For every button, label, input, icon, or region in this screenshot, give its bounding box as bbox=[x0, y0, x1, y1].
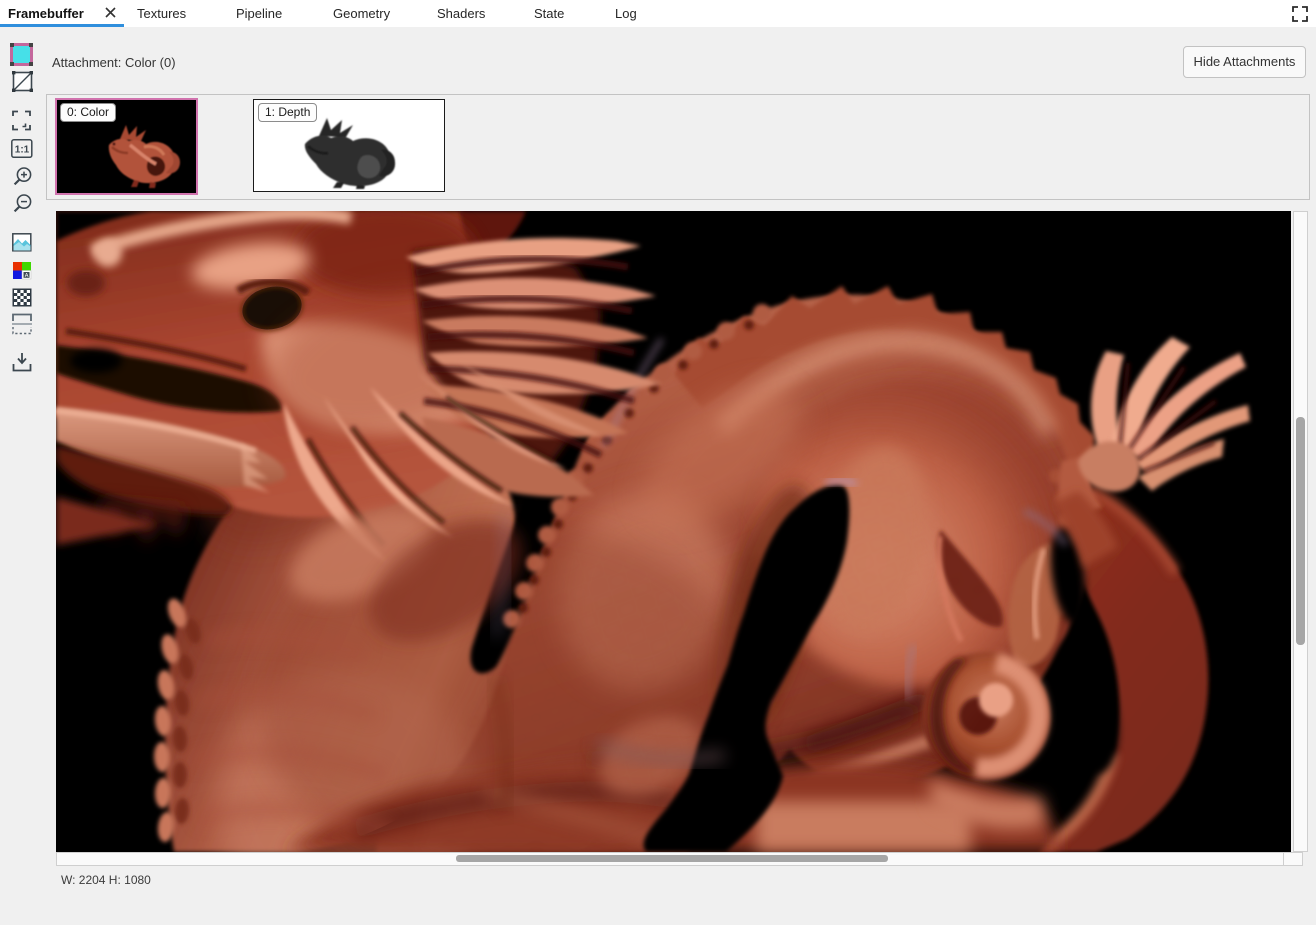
svg-text:1:1: 1:1 bbox=[15, 145, 30, 156]
svg-text:A: A bbox=[25, 273, 29, 279]
